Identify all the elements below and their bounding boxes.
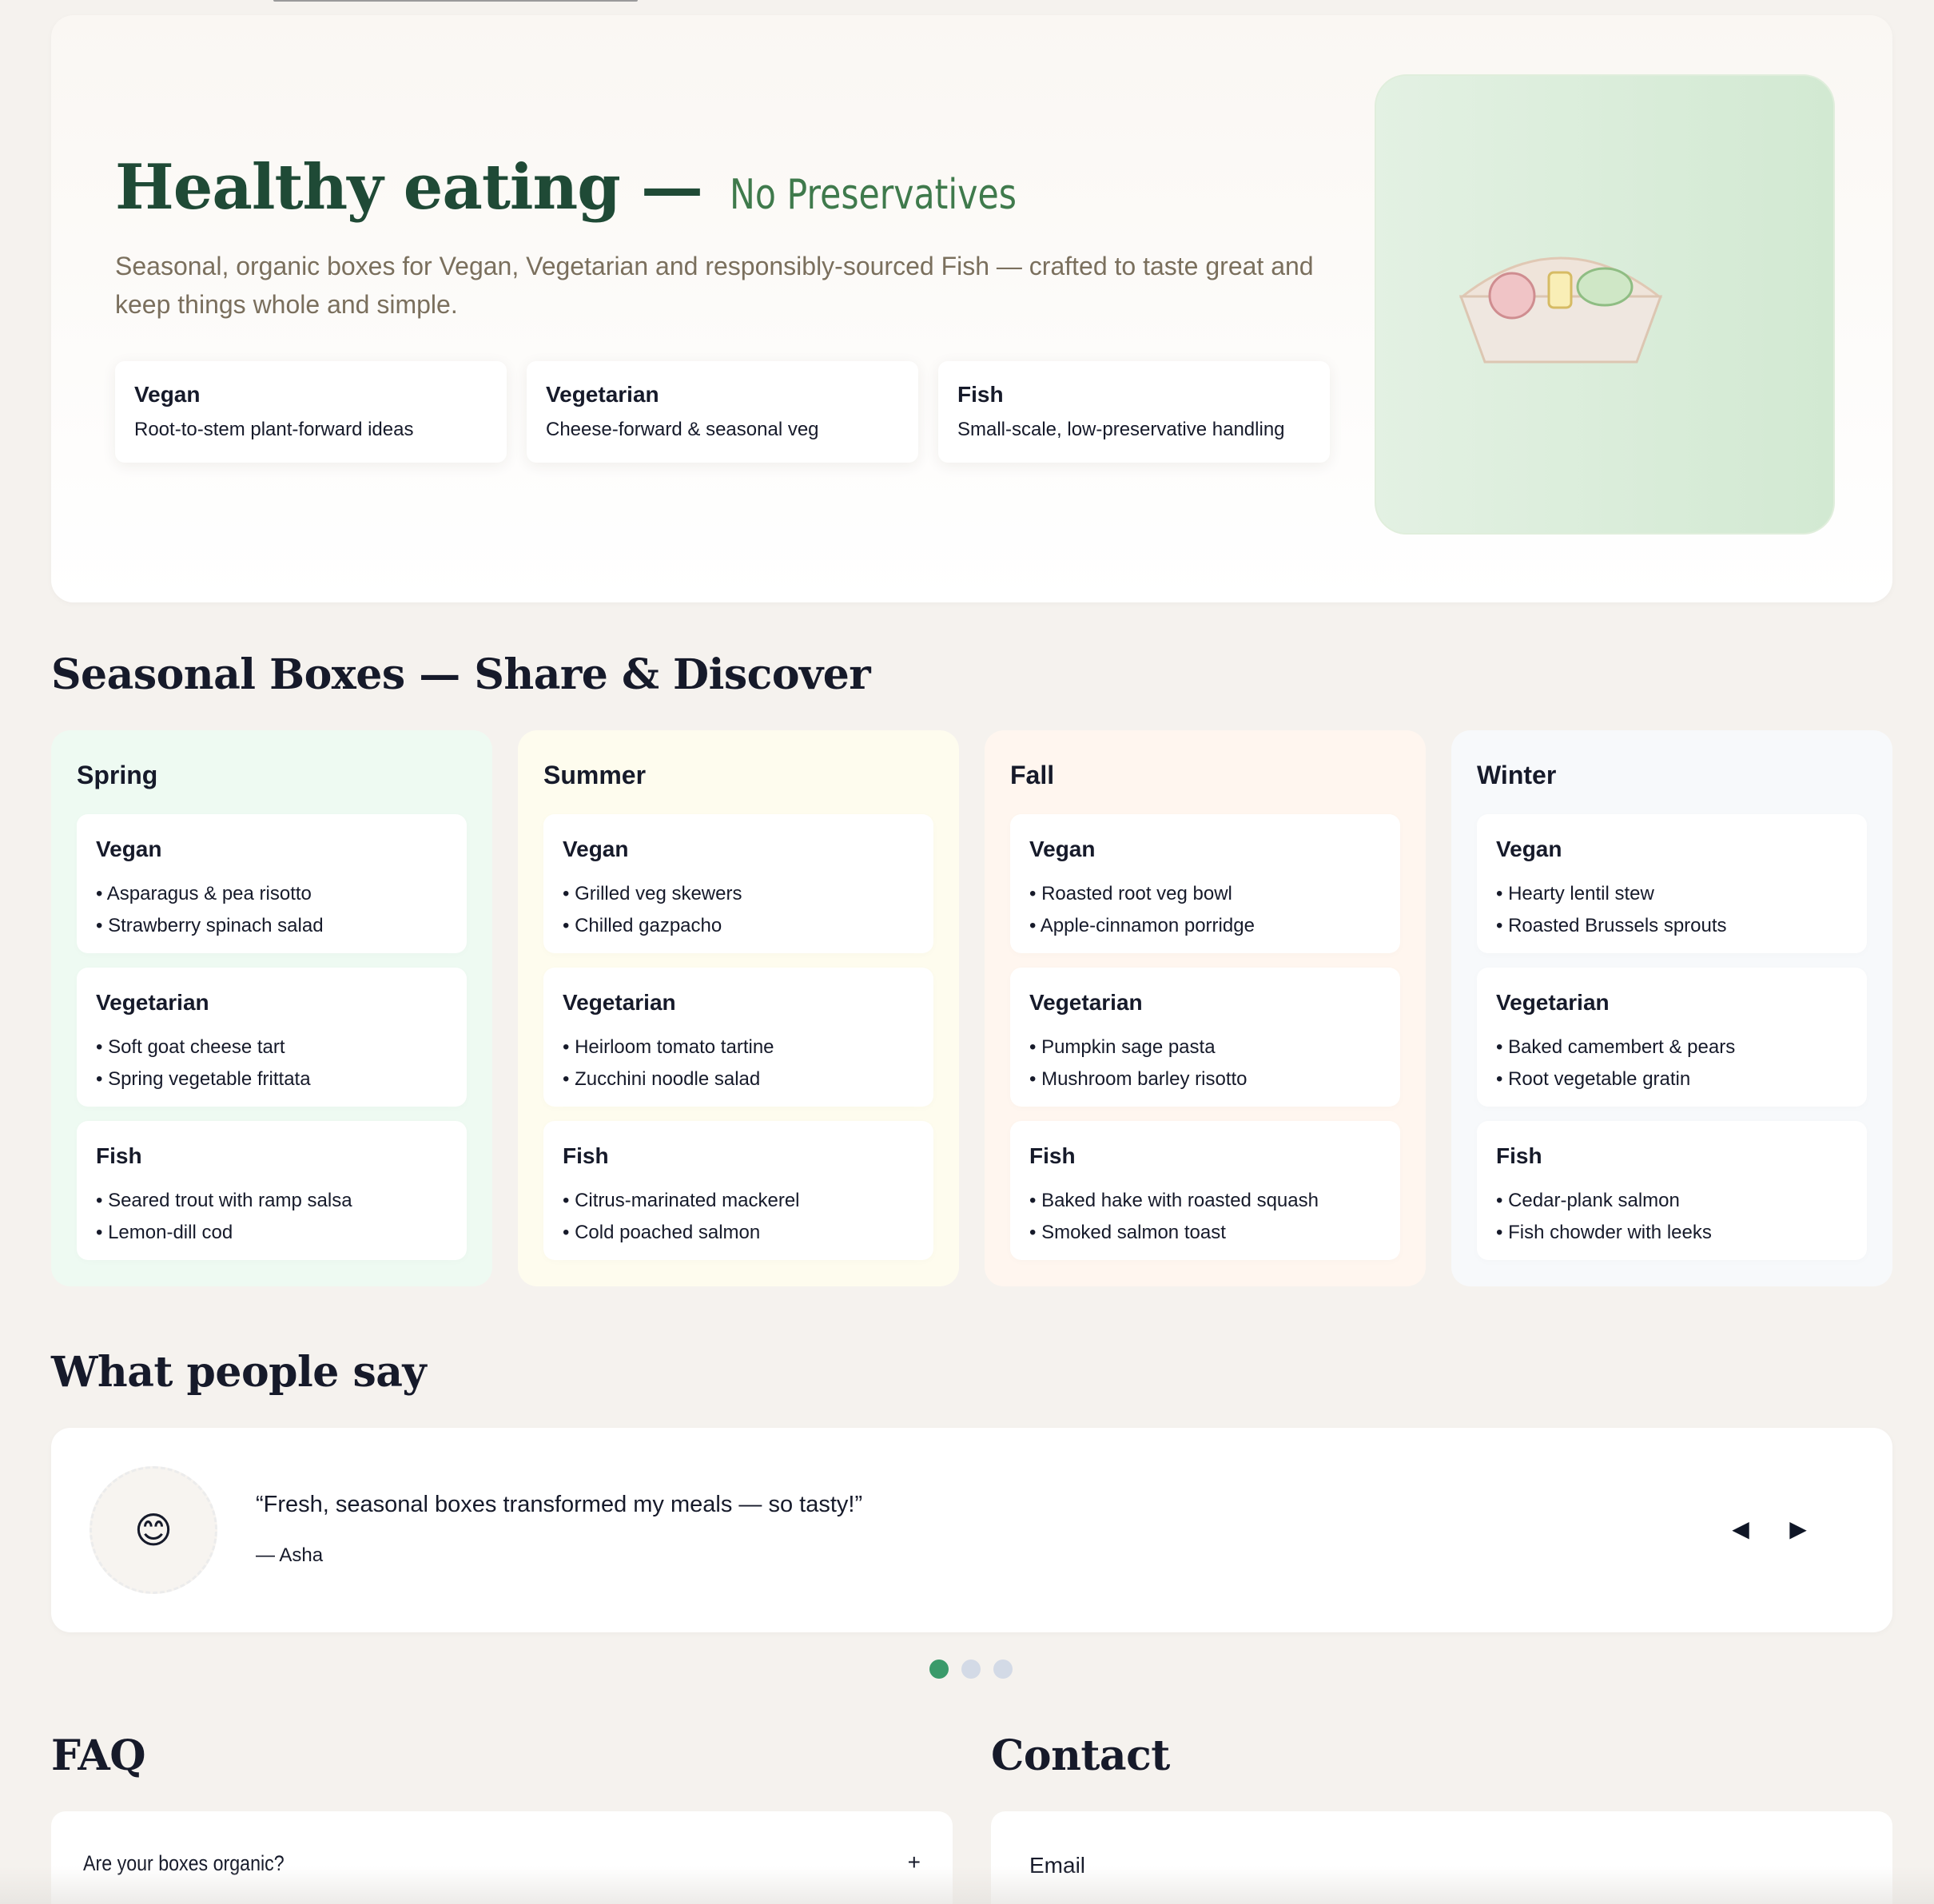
box-item: Baked hake with roasted squash [1029,1185,1381,1217]
box-title: Vegetarian [1029,990,1143,1015]
expand-plus-icon[interactable]: + [908,1850,921,1875]
faq-item[interactable]: Are your boxes organic? + [51,1811,953,1904]
box-item: Asparagus & pea risotto [96,878,448,910]
box-item: Roasted Brussels sprouts [1496,910,1848,942]
hero-subtitle: Seasonal, organic boxes for Vegan, Veget… [115,252,1314,319]
season-name: Summer [543,761,647,789]
season-card-fall: Fall Vegan Roasted root veg bowl Apple-c… [985,730,1426,1286]
box-card[interactable]: Vegetarian Pumpkin sage pasta Mushroom b… [1010,968,1400,1107]
hero-card-vegetarian[interactable]: Vegetarian Cheese-forward & seasonal veg [527,361,918,463]
seasons-grid: Spring Vegan Asparagus & pea risotto Str… [51,730,1892,1286]
box-item: Root vegetable gratin [1496,1063,1848,1095]
box-card[interactable]: Vegetarian Baked camembert & pears Root … [1477,968,1867,1107]
box-item: Cold poached salmon [563,1217,914,1249]
box-item: Mushroom barley risotto [1029,1063,1381,1095]
avatar: 😊 [90,1466,217,1594]
box-item: Zucchini noodle salad [563,1063,914,1095]
contact-title: Contact [991,1731,1170,1780]
box-card[interactable]: Vegan Hearty lentil stew Roasted Brussel… [1477,814,1867,953]
box-title: Vegan [96,837,162,861]
box-title: Vegan [1496,837,1562,861]
box-card[interactable]: Fish Cedar-plank salmon Fish chowder wit… [1477,1121,1867,1260]
food-bowl-icon [1458,256,1663,364]
box-card[interactable]: Vegetarian Heirloom tomato tartine Zucch… [543,968,933,1107]
testimonial-quote: “Fresh, seasonal boxes transformed my me… [256,1492,863,1517]
box-title: Vegetarian [563,990,676,1015]
hero-card-title: Vegan [134,382,201,407]
email-label: Email [1029,1853,1086,1878]
box-card[interactable]: Vegan Roasted root veg bowl Apple-cinnam… [1010,814,1400,953]
box-item: Smoked salmon toast [1029,1217,1381,1249]
box-card[interactable]: Vegan Grilled veg skewers Chilled gazpac… [543,814,933,953]
box-card[interactable]: Fish Seared trout with ramp salsa Lemon-… [77,1121,467,1260]
box-card[interactable]: Vegetarian Soft goat cheese tart Spring … [77,968,467,1107]
prev-arrow-icon[interactable]: ◀ [1725,1512,1757,1544]
season-name: Fall [1010,761,1055,789]
box-item: Strawberry spinach salad [96,910,448,942]
box-item: Pumpkin sage pasta [1029,1031,1381,1063]
hero-card-fish[interactable]: Fish Small-scale, low-preservative handl… [938,361,1330,463]
box-title: Vegetarian [1496,990,1610,1015]
next-arrow-icon[interactable]: ▶ [1782,1512,1814,1544]
box-title: Fish [1029,1143,1076,1168]
box-card[interactable]: Fish Baked hake with roasted squash Smok… [1010,1121,1400,1260]
testimonial-carousel: 😊 “Fresh, seasonal boxes transformed my … [51,1428,1892,1632]
hero-card-vegan[interactable]: Vegan Root-to-stem plant-forward ideas [115,361,507,463]
box-item: Baked camembert & pears [1496,1031,1848,1063]
season-card-winter: Winter Vegan Hearty lentil stew Roasted … [1451,730,1892,1286]
testimonial-author: — Asha [256,1544,324,1566]
hero-title: Healthy eating — No Preservatives [115,151,1080,224]
box-item: Citrus-marinated mackerel [563,1185,914,1217]
box-item: Lemon-dill cod [96,1217,448,1249]
carousel-dots [929,1660,1013,1679]
box-item: Roasted root veg bowl [1029,878,1381,910]
season-card-spring: Spring Vegan Asparagus & pea risotto Str… [51,730,492,1286]
box-item: Spring vegetable frittata [96,1063,448,1095]
box-title: Vegetarian [96,990,209,1015]
page-content: Healthy eating — No Preservatives Season… [51,15,1892,1904]
season-name: Winter [1477,761,1557,789]
box-item: Seared trout with ramp salsa [96,1185,448,1217]
box-item: Heirloom tomato tartine [563,1031,914,1063]
hero-section: Healthy eating — No Preservatives Season… [51,15,1892,602]
hero-card-desc: Cheese-forward & seasonal veg [546,419,819,440]
box-card[interactable]: Vegan Asparagus & pea risotto Strawberry… [77,814,467,953]
box-title: Fish [563,1143,609,1168]
box-item: Hearty lentil stew [1496,878,1848,910]
box-card[interactable]: Fish Citrus-marinated mackerel Cold poac… [543,1121,933,1260]
faq-title: FAQ [51,1731,146,1780]
box-item: Apple-cinnamon porridge [1029,910,1381,942]
hero-card-title: Fish [957,382,1004,407]
carousel-dot-3[interactable] [993,1660,1013,1679]
hero-card-desc: Root-to-stem plant-forward ideas [134,419,414,440]
box-item: Chilled gazpacho [563,910,914,942]
contact-form: Email [991,1811,1892,1904]
faq-question: Are your boxes organic? [83,1851,285,1875]
hero-card-title: Vegetarian [546,382,659,407]
box-title: Fish [1496,1143,1542,1168]
hero-category-cards: Vegan Root-to-stem plant-forward ideas V… [115,361,1330,463]
hero-image [1375,74,1835,535]
top-tab-indicator [273,0,638,2]
box-title: Vegan [563,837,629,861]
hero-tagline: No Preservatives [730,171,1017,219]
carousel-dot-2[interactable] [961,1660,981,1679]
box-item: Fish chowder with leeks [1496,1217,1848,1249]
testimonials-title: What people say [51,1348,427,1397]
hero-title-text: Healthy eating — [115,151,703,224]
carousel-dot-1[interactable] [929,1660,949,1679]
box-item: Grilled veg skewers [563,878,914,910]
season-name: Spring [77,761,158,789]
box-item: Cedar-plank salmon [1496,1185,1848,1217]
box-item: Soft goat cheese tart [96,1031,448,1063]
box-title: Vegan [1029,837,1096,861]
hero-card-desc: Small-scale, low-preservative handling [957,419,1285,440]
season-card-summer: Summer Vegan Grilled veg skewers Chilled… [518,730,959,1286]
box-title: Fish [96,1143,142,1168]
seasonal-boxes-title: Seasonal Boxes — Share & Discover [51,650,871,699]
